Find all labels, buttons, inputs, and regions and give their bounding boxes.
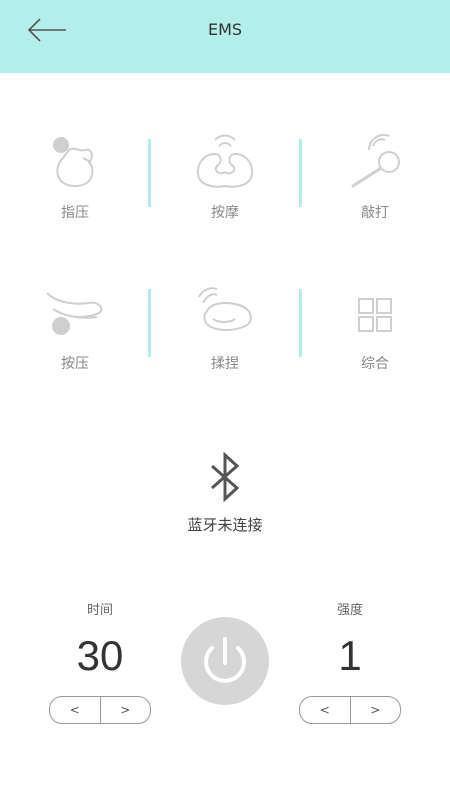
grid-icon <box>358 298 392 332</box>
finger-press-icon <box>53 137 94 187</box>
time-stepper: < > <box>49 696 151 724</box>
time-value: 30 <box>76 632 124 679</box>
bluetooth-icon <box>211 452 240 502</box>
mode-label: 按摩 <box>211 205 239 221</box>
mode-label: 综合 <box>361 356 389 372</box>
header-bar: EMS <box>0 0 450 73</box>
mode-label: 指压 <box>61 205 89 221</box>
kneading-hand-icon <box>198 287 252 331</box>
intensity-stepper: < > <box>299 696 401 724</box>
mode-finger-press[interactable]: 指压 <box>0 128 150 222</box>
mode-label: 敲打 <box>361 205 389 221</box>
mode-tapping[interactable]: 敲打 <box>300 128 450 222</box>
intensity-decrement-button[interactable]: < <box>300 697 350 723</box>
mode-label: 按压 <box>61 356 89 372</box>
page-title: EMS <box>207 20 243 39</box>
mode-hand-press[interactable]: 按压 <box>0 279 150 373</box>
mode-kneading[interactable]: 揉捏 <box>150 279 300 373</box>
mode-label: 揉捏 <box>211 356 239 372</box>
time-label: 时间 <box>86 603 113 618</box>
power-icon <box>204 637 246 683</box>
mode-combined[interactable]: 综合 <box>300 279 450 373</box>
intensity-label: 强度 <box>336 603 363 618</box>
hand-press-icon <box>46 292 103 335</box>
mode-massage[interactable]: 按摩 <box>150 128 300 222</box>
time-decrement-button[interactable]: < <box>50 697 100 723</box>
intensity-value: 1 <box>338 632 362 679</box>
intensity-increment-button[interactable]: > <box>349 697 401 723</box>
tapping-hammer-icon <box>351 134 400 188</box>
time-increment-button[interactable]: > <box>99 697 151 723</box>
bluetooth-status: 蓝牙未连接 <box>187 516 263 534</box>
massage-hands-icon <box>197 134 253 188</box>
power-button[interactable] <box>181 617 269 705</box>
